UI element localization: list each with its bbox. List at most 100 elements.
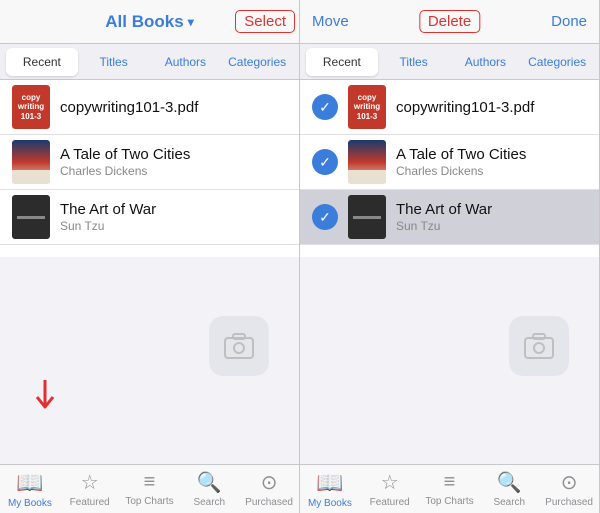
pdf-icon-left: copywriting101-3: [12, 85, 50, 129]
all-books-label: All Books: [105, 12, 183, 32]
book-title-art-war-right: The Art of War: [396, 201, 587, 218]
search-label-left: Search: [193, 497, 225, 508]
featured-label-right: Featured: [370, 497, 410, 508]
left-empty-area: [0, 257, 299, 464]
left-panel: All Books ▾ Select Recent Titles Authors…: [0, 0, 300, 513]
featured-icon-right: ☆: [381, 470, 399, 495]
search-icon-left: 🔍: [197, 470, 222, 495]
search-icon-right: 🔍: [497, 470, 522, 495]
left-header: All Books ▾ Select: [0, 0, 299, 44]
top-charts-icon-right: ≡: [444, 471, 456, 494]
check-two-cities-right: ✓: [312, 149, 338, 175]
my-books-label-right: My Books: [308, 498, 352, 509]
cover-img-art-war-left: [12, 195, 50, 239]
right-panel: Move Delete Done Recent Titles Authors C…: [300, 0, 600, 513]
delete-area: Delete: [419, 10, 480, 33]
book-title-pdf-right: copywriting101-3.pdf: [396, 99, 587, 116]
book-title-two-cities-left: A Tale of Two Cities: [60, 146, 287, 163]
top-charts-icon-left: ≡: [144, 471, 156, 494]
cover-img-two-cities-right: [348, 140, 386, 184]
book-author-two-cities-left: Charles Dickens: [60, 164, 287, 178]
purchased-icon-right: ⊙: [561, 470, 578, 495]
title-chevron: ▾: [188, 15, 194, 29]
top-charts-label-right: Top Charts: [425, 496, 473, 507]
cover-line-right: [353, 216, 381, 219]
nav-my-books-right[interactable]: 📖 My Books: [300, 465, 360, 513]
book-cover-two-cities-right: [348, 140, 386, 184]
book-info-art-war-left: The Art of War Sun Tzu: [60, 201, 287, 233]
tab-categories-right[interactable]: Categories: [521, 48, 593, 76]
purchased-label-right: Purchased: [545, 497, 593, 508]
book-title-art-war-left: The Art of War: [60, 201, 287, 218]
book-title-two-cities-right: A Tale of Two Cities: [396, 146, 587, 163]
my-books-icon-left: 📖: [16, 470, 43, 496]
book-author-two-cities-right: Charles Dickens: [396, 164, 587, 178]
nav-purchased-right[interactable]: ⊙ Purchased: [539, 465, 599, 513]
select-button[interactable]: Select: [235, 10, 295, 33]
my-books-label-left: My Books: [8, 498, 52, 509]
right-bottom-nav: 📖 My Books ☆ Featured ≡ Top Charts 🔍 Sea…: [300, 464, 599, 513]
pdf-icon-right: copywriting101-3: [348, 85, 386, 129]
camera-icon-left: [209, 316, 269, 376]
nav-featured-left[interactable]: ☆ Featured: [60, 465, 120, 513]
left-tabs: Recent Titles Authors Categories: [0, 44, 299, 80]
move-button[interactable]: Move: [304, 9, 357, 34]
cover-img-two-cities-left: [12, 140, 50, 184]
right-tabs: Recent Titles Authors Categories: [300, 44, 599, 80]
book-item-two-cities-right[interactable]: ✓ A Tale of Two Cities Charles Dickens: [300, 135, 599, 190]
delete-button[interactable]: Delete: [419, 10, 480, 33]
featured-icon-left: ☆: [81, 470, 99, 495]
book-cover-art-war-left: [12, 195, 50, 239]
book-info-two-cities-right: A Tale of Two Cities Charles Dickens: [396, 146, 587, 178]
right-book-list: ✓ copywriting101-3 copywriting101-3.pdf …: [300, 80, 599, 257]
nav-search-left[interactable]: 🔍 Search: [179, 465, 239, 513]
book-title-pdf-left: copywriting101-3.pdf: [60, 99, 287, 116]
search-label-right: Search: [493, 497, 525, 508]
tab-recent-right[interactable]: Recent: [306, 48, 378, 76]
tab-authors-right[interactable]: Authors: [450, 48, 522, 76]
purchased-label-left: Purchased: [245, 497, 293, 508]
my-books-icon-right: 📖: [316, 470, 343, 496]
tab-titles-left[interactable]: Titles: [78, 48, 150, 76]
book-cover-pdf-right: copywriting101-3: [348, 85, 386, 129]
featured-label-left: Featured: [70, 497, 110, 508]
nav-featured-right[interactable]: ☆ Featured: [360, 465, 420, 513]
book-info-two-cities-left: A Tale of Two Cities Charles Dickens: [60, 146, 287, 178]
book-cover-two-cities-left: [12, 140, 50, 184]
book-cover-pdf-left: copywriting101-3: [12, 85, 50, 129]
tab-authors-left[interactable]: Authors: [150, 48, 222, 76]
left-bottom-nav: 📖 My Books ☆ Featured ≡ Top Charts 🔍 Sea…: [0, 464, 299, 513]
check-art-war-right: ✓: [312, 204, 338, 230]
left-book-list: copywriting101-3 copywriting101-3.pdf A …: [0, 80, 299, 257]
top-charts-label-left: Top Charts: [125, 496, 173, 507]
right-empty-area: [300, 257, 599, 464]
left-header-title[interactable]: All Books ▾: [105, 12, 193, 32]
book-cover-art-war-right: [348, 195, 386, 239]
book-info-pdf-right: copywriting101-3.pdf: [396, 99, 587, 116]
cover-img-art-war-right: [348, 195, 386, 239]
nav-search-right[interactable]: 🔍 Search: [479, 465, 539, 513]
nav-purchased-left[interactable]: ⊙ Purchased: [239, 465, 299, 513]
nav-my-books-left[interactable]: 📖 My Books: [0, 465, 60, 513]
book-item-art-war-left[interactable]: The Art of War Sun Tzu: [0, 190, 299, 245]
tab-categories-left[interactable]: Categories: [221, 48, 293, 76]
purchased-icon-left: ⊙: [261, 470, 278, 495]
book-info-art-war-right: The Art of War Sun Tzu: [396, 201, 587, 233]
book-item-two-cities-left[interactable]: A Tale of Two Cities Charles Dickens: [0, 135, 299, 190]
book-item-pdf-right[interactable]: ✓ copywriting101-3 copywriting101-3.pdf: [300, 80, 599, 135]
tab-recent-left[interactable]: Recent: [6, 48, 78, 76]
book-author-art-war-left: Sun Tzu: [60, 219, 287, 233]
check-pdf-right: ✓: [312, 94, 338, 120]
book-author-art-war-right: Sun Tzu: [396, 219, 587, 233]
nav-top-charts-left[interactable]: ≡ Top Charts: [120, 465, 180, 513]
camera-icon-right: [509, 316, 569, 376]
nav-top-charts-right[interactable]: ≡ Top Charts: [420, 465, 480, 513]
book-item-pdf-left[interactable]: copywriting101-3 copywriting101-3.pdf: [0, 80, 299, 135]
done-button[interactable]: Done: [543, 9, 595, 34]
right-header: Move Delete Done: [300, 0, 599, 44]
cover-line-left: [17, 216, 45, 219]
book-item-art-war-right[interactable]: ✓ The Art of War Sun Tzu: [300, 190, 599, 245]
book-info-pdf-left: copywriting101-3.pdf: [60, 99, 287, 116]
arrow-indicator: [35, 375, 75, 415]
tab-titles-right[interactable]: Titles: [378, 48, 450, 76]
